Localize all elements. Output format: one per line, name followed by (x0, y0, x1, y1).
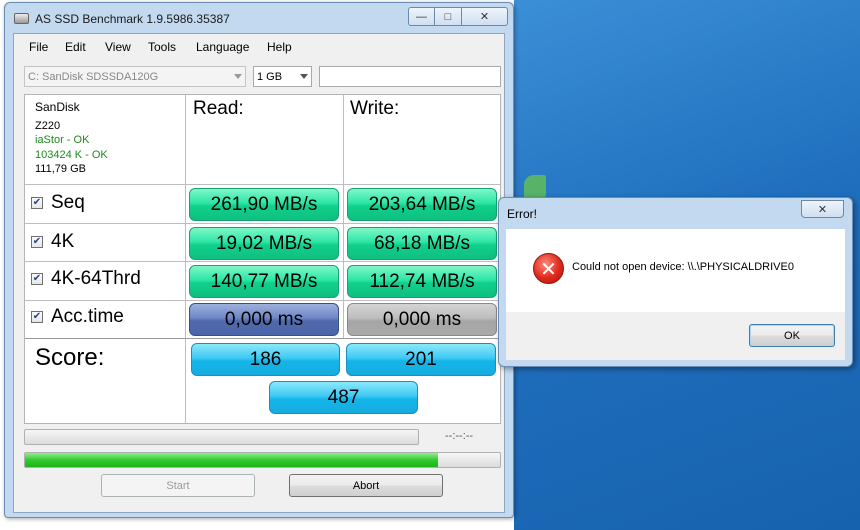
menu-edit[interactable]: Edit (65, 40, 86, 54)
menu-help[interactable]: Help (267, 40, 292, 54)
window-client-area: File Edit View Tools Language Help C: Sa… (13, 33, 505, 513)
dialog-body: ✕ Could not open device: \\.\PHYSICALDRI… (506, 229, 845, 312)
grid-divider (25, 300, 500, 301)
alignment-status: 103424 K - OK (35, 148, 108, 161)
menu-tools[interactable]: Tools (148, 40, 176, 54)
test-label: Acc.time (51, 306, 124, 327)
drive-select[interactable]: C: SanDisk SDSSDA120G (24, 66, 246, 87)
drive-info: SanDisk Z220 iaStor - OK 103424 K - OK 1… (35, 100, 108, 177)
checkbox-4k-64thrd[interactable]: ✔ (31, 273, 43, 285)
score-total-value: 487 (269, 381, 418, 414)
score-read-value: 186 (191, 343, 340, 376)
error-icon: ✕ (533, 253, 564, 284)
grid-divider (25, 261, 500, 262)
menu-language[interactable]: Language (196, 40, 249, 54)
checkbox-acc-time[interactable]: ✔ (31, 311, 43, 323)
driver-status: iaStor - OK (35, 134, 90, 146)
drive-firmware: Z220 (35, 119, 61, 132)
chevron-down-icon (234, 74, 242, 79)
test-label: 4K (51, 231, 75, 252)
seq-read-value: 261,90 MB/s (189, 188, 339, 221)
error-dialog: Error! ✕ ✕ Could not open device: \\.\PH… (498, 197, 853, 367)
test-label: Seq (51, 192, 85, 213)
test-progress-bar (24, 429, 419, 445)
grid-divider (25, 184, 500, 185)
read-header: Read: (193, 98, 244, 119)
drive-capacity: 111,79 GB (35, 163, 86, 175)
grid-divider (25, 338, 500, 339)
seq-write-value: 203,64 MB/s (347, 188, 497, 221)
acc-time-write-value: 0,000 ms (347, 303, 497, 336)
score-write-value: 201 (346, 343, 496, 376)
maximize-button[interactable]: □ (435, 7, 462, 26)
size-select[interactable]: 1 GB (253, 66, 312, 87)
dialog-title: Error! (507, 207, 537, 221)
drive-select-value: C: SanDisk SDSSDA120G (28, 70, 159, 83)
grid-divider (185, 95, 186, 423)
4k-write-value: 68,18 MB/s (347, 227, 497, 260)
status-textbox[interactable] (319, 66, 501, 87)
app-drive-icon (14, 13, 29, 24)
overall-progress-fill (25, 453, 439, 467)
abort-button[interactable]: Abort (289, 474, 443, 497)
test-label: 4K-64Thrd (51, 268, 141, 289)
start-button[interactable]: Start (101, 474, 255, 497)
test-row-4k-64thrd[interactable]: ✔ 4K-64Thrd (31, 268, 141, 290)
test-row-4k[interactable]: ✔ 4K (31, 231, 74, 253)
size-select-value: 1 GB (257, 70, 283, 83)
test-row-seq[interactable]: ✔ Seq (31, 192, 85, 214)
menu-view[interactable]: View (105, 40, 131, 54)
checkbox-seq[interactable]: ✔ (31, 197, 43, 209)
window-title: AS SSD Benchmark 1.9.5986.35387 (35, 12, 230, 26)
score-label: Score: (35, 344, 105, 371)
menu-bar: File Edit View Tools Language Help (14, 40, 504, 58)
elapsed-time: --:--:-- (445, 430, 474, 442)
main-window: AS SSD Benchmark 1.9.5986.35387 — □ ✕ Fi… (4, 2, 514, 518)
overall-progress-bar (24, 452, 501, 468)
test-row-acc-time[interactable]: ✔ Acc.time (31, 306, 124, 328)
error-message: Could not open device: \\.\PHYSICALDRIVE… (572, 261, 794, 273)
write-header: Write: (350, 98, 400, 119)
dialog-close-button[interactable]: ✕ (801, 200, 844, 218)
4k-64thrd-read-value: 140,77 MB/s (189, 265, 339, 298)
results-grid: SanDisk Z220 iaStor - OK 103424 K - OK 1… (24, 94, 501, 424)
acc-time-read-value: 0,000 ms (189, 303, 339, 336)
4k-read-value: 19,02 MB/s (189, 227, 339, 260)
caption-buttons: — □ ✕ (408, 7, 508, 26)
grid-divider (25, 223, 500, 224)
ok-button[interactable]: OK (749, 324, 835, 347)
4k-64thrd-write-value: 112,74 MB/s (347, 265, 497, 298)
chevron-down-icon (300, 74, 308, 79)
drive-vendor: SanDisk (35, 100, 80, 114)
menu-file[interactable]: File (29, 40, 48, 54)
dialog-footer: OK (506, 312, 845, 360)
close-button[interactable]: ✕ (462, 7, 508, 26)
grid-divider (343, 95, 344, 339)
minimize-button[interactable]: — (408, 7, 435, 26)
checkbox-4k[interactable]: ✔ (31, 236, 43, 248)
title-bar[interactable]: AS SSD Benchmark 1.9.5986.35387 — □ ✕ (5, 3, 513, 33)
